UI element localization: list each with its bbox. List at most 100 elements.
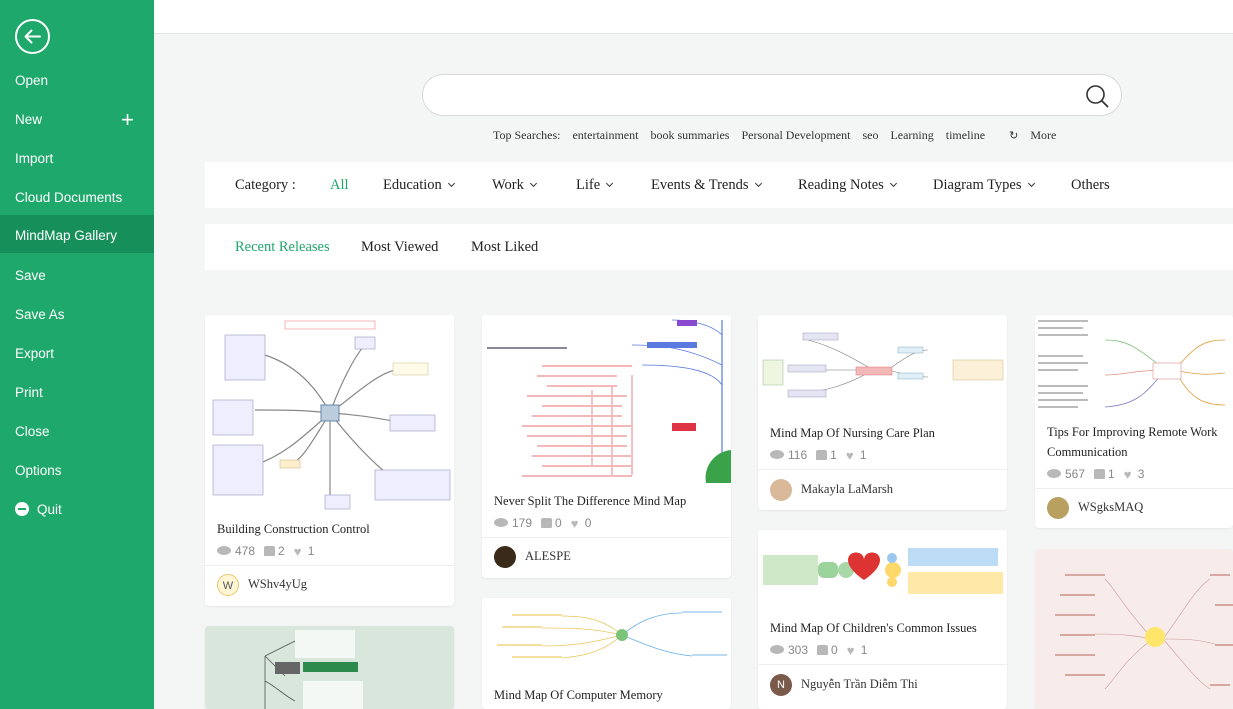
search-term-link[interactable]: Learning	[890, 128, 933, 142]
view-count: 179	[512, 516, 533, 530]
card-author[interactable]: Makayla LaMarsh	[770, 479, 893, 501]
card-author[interactable]: W WShv4yUg	[217, 574, 307, 596]
tab-recent-releases[interactable]: Recent Releases	[235, 239, 330, 256]
top-searches-label: Top Searches:	[493, 128, 561, 142]
view-count: 478	[235, 544, 256, 558]
menu-new-label: New	[15, 112, 43, 127]
menu-quit-label: Quit	[37, 502, 62, 517]
menu-new[interactable]: New +	[0, 100, 154, 139]
search-term-link[interactable]: entertainment	[572, 128, 638, 142]
sort-tabs: Recent Releases Most Viewed Most Liked	[205, 224, 1233, 270]
card-stats: 179 0 ♥ 0	[494, 516, 591, 530]
category-all[interactable]: All	[330, 177, 349, 194]
divider	[758, 664, 1007, 665]
top-searches: Top Searches: entertainment book summari…	[493, 128, 1074, 143]
menu-options-label: Options	[15, 463, 62, 478]
menu-cloud-documents-label: Cloud Documents	[15, 190, 123, 205]
plus-icon[interactable]: +	[121, 100, 134, 139]
mindmap-thumbnail	[205, 315, 454, 511]
view-count: 116	[788, 448, 808, 462]
author-name: WSgksMAQ	[1078, 499, 1144, 514]
card-title[interactable]: Never Split The Difference Mind Map	[494, 491, 721, 511]
category-education[interactable]: Education	[383, 177, 455, 194]
thumbs-up-icon[interactable]	[817, 645, 829, 655]
card-title[interactable]: Mind Map Of Nursing Care Plan	[770, 423, 997, 443]
menu-close[interactable]: Close	[0, 412, 154, 451]
author-name: Makayla LaMarsh	[801, 481, 893, 496]
view-count: 303	[788, 643, 809, 657]
divider	[758, 469, 1007, 470]
heart-icon[interactable]: ♥	[294, 545, 305, 558]
more-searches-button[interactable]: ↻ More	[1009, 128, 1065, 142]
back-arrow-icon[interactable]	[15, 19, 50, 54]
menu-cloud-documents[interactable]: Cloud Documents	[0, 178, 154, 217]
avatar: N	[770, 674, 792, 696]
card-title[interactable]: Tips For Improving Remote Work Communica…	[1047, 422, 1223, 462]
gallery-card[interactable]: Building Construction Control 478 2 ♥ 1 W WS…	[205, 315, 454, 606]
menu-open-label: Open	[15, 73, 49, 88]
heart-icon[interactable]: ♥	[847, 644, 858, 657]
gallery-card[interactable]: Mind Map Of Children's Common Issues 303…	[758, 530, 1007, 709]
category-diagram-types[interactable]: Diagram Types	[933, 177, 1035, 194]
menu-save-as[interactable]: Save As	[0, 295, 154, 334]
menu-import-label: Import	[15, 151, 54, 166]
like-count: 2	[278, 544, 285, 558]
menu-quit[interactable]: Quit	[0, 490, 154, 529]
author-name: ALESPE	[525, 548, 571, 563]
avatar: W	[217, 574, 239, 596]
gallery-search-box[interactable]	[422, 74, 1122, 116]
thumbs-up-icon[interactable]	[264, 546, 276, 556]
mindmap-thumbnail	[264, 630, 363, 709]
gallery-card[interactable]: Mind Map Of Nursing Care Plan 116 1 ♥ 1 Mak…	[758, 315, 1007, 510]
category-others[interactable]: Others	[1071, 177, 1110, 194]
card-title[interactable]: Mind Map Of Computer Memory	[494, 685, 721, 705]
gallery-card[interactable]: Tips For Improving Remote Work Communica…	[1035, 315, 1233, 528]
heart-icon[interactable]: ♥	[571, 517, 582, 530]
menu-options[interactable]: Options	[0, 451, 154, 490]
menu-import[interactable]: Import	[0, 139, 154, 178]
card-title[interactable]: Building Construction Control	[217, 519, 444, 539]
category-reading-notes[interactable]: Reading Notes	[798, 177, 897, 194]
gallery-card[interactable]	[1035, 549, 1233, 709]
search-term-link[interactable]: seo	[862, 128, 878, 142]
gallery-card[interactable]: Never Split The Difference Mind Map 179 0…	[482, 315, 731, 578]
chevron-down-icon	[754, 179, 762, 188]
tab-most-viewed[interactable]: Most Viewed	[361, 239, 438, 256]
menu-open[interactable]: Open	[0, 61, 154, 100]
tab-most-liked[interactable]: Most Liked	[471, 239, 538, 256]
card-author[interactable]: ALESPE	[494, 546, 571, 568]
thumbs-up-icon[interactable]	[816, 450, 828, 460]
menu-mindmap-gallery[interactable]: MindMap Gallery	[0, 215, 154, 253]
eye-icon	[770, 450, 784, 459]
like-count: 1	[1108, 467, 1115, 481]
search-icon[interactable]	[1085, 84, 1109, 108]
category-events-trends[interactable]: Events & Trends	[651, 177, 762, 194]
menu-export[interactable]: Export	[0, 334, 154, 373]
author-name: WShv4yUg	[248, 576, 308, 591]
divider	[1035, 488, 1233, 489]
thumbs-up-icon[interactable]	[541, 518, 553, 528]
menu-save[interactable]: Save	[0, 256, 154, 295]
menu-close-label: Close	[15, 424, 50, 439]
category-label: Category :	[235, 177, 296, 193]
category-life[interactable]: Life	[576, 177, 614, 194]
thumbs-up-icon[interactable]	[1094, 469, 1106, 479]
category-work[interactable]: Work	[492, 177, 537, 194]
heart-icon[interactable]: ♥	[1124, 468, 1135, 481]
heart-icon[interactable]: ♥	[846, 449, 857, 462]
gallery-card[interactable]: Mind Map Of Computer Memory	[482, 598, 731, 709]
card-author[interactable]: N Nguyễn Trần Diễm Thi	[770, 674, 918, 696]
menu-export-label: Export	[15, 346, 55, 361]
search-term-link[interactable]: book summaries	[650, 128, 729, 142]
card-author[interactable]: WSgksMAQ	[1047, 497, 1143, 519]
card-title[interactable]: Mind Map Of Children's Common Issues	[770, 618, 997, 638]
menu-print[interactable]: Print	[0, 373, 154, 412]
file-menu-sidebar: Open New + Import Cloud Documents MindMap…	[0, 0, 154, 709]
category-events-label: Events & Trends	[651, 177, 749, 193]
search-term-link[interactable]: timeline	[946, 128, 985, 142]
chevron-down-icon	[606, 179, 614, 188]
card-stats: 567 1 ♥ 3	[1047, 467, 1144, 481]
gallery-card[interactable]	[205, 626, 454, 709]
search-term-link[interactable]: Personal Development	[741, 128, 850, 142]
refresh-icon: ↻	[1009, 129, 1019, 142]
